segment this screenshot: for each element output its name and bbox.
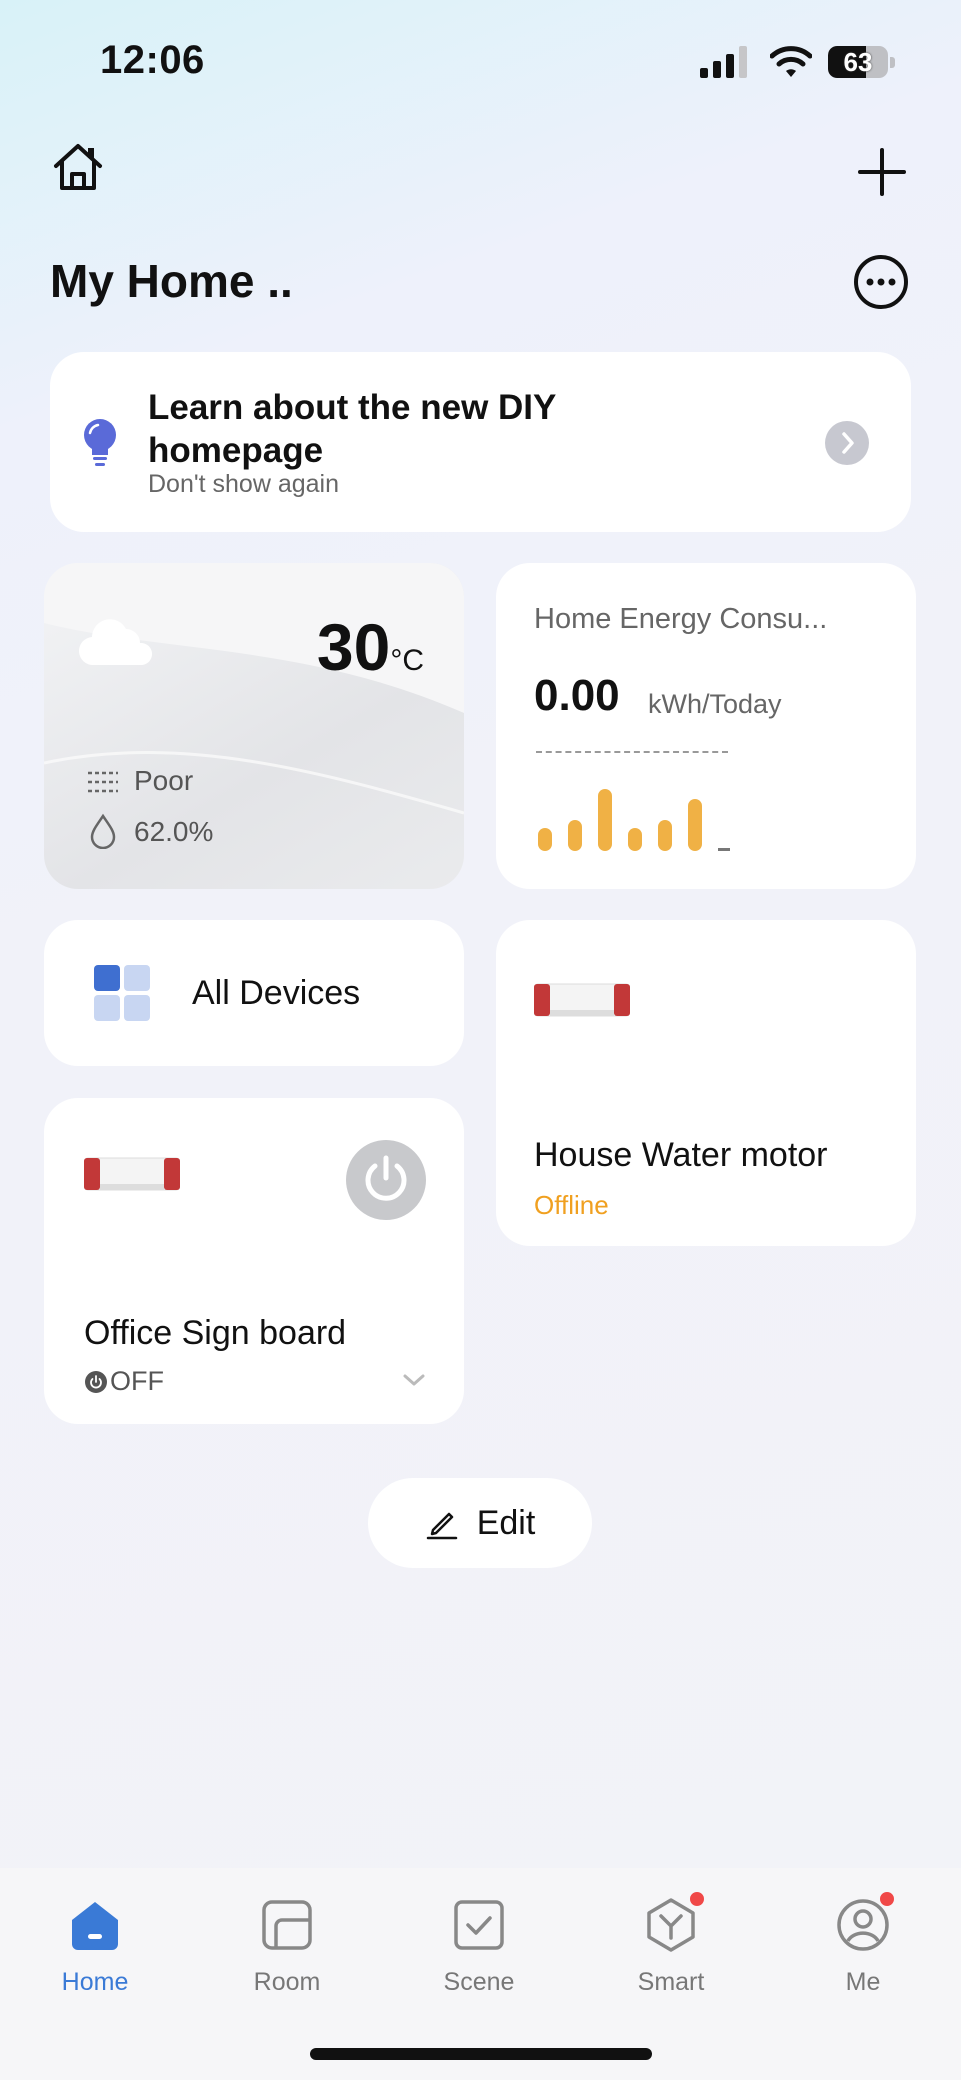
home-indicator — [310, 2048, 652, 2060]
battery-level: 63 — [843, 47, 873, 77]
battery-icon: 63 — [828, 46, 896, 78]
status-time: 12:06 — [100, 38, 205, 82]
device-status-row: OFF — [84, 1366, 164, 1397]
humidity-icon — [90, 813, 116, 849]
energy-bar — [688, 799, 702, 851]
energy-bar — [568, 820, 582, 851]
energy-bar — [598, 789, 612, 851]
energy-unit: kWh/Today — [648, 689, 782, 719]
notification-badge — [688, 1890, 706, 1908]
device-name: House Water motor — [534, 1136, 828, 1174]
energy-title: Home Energy Consu... — [534, 603, 828, 635]
energy-average-line — [536, 751, 728, 753]
device-status: OFF — [110, 1366, 164, 1396]
power-off-icon — [85, 1370, 107, 1393]
cloud-icon — [78, 619, 153, 666]
device-name: Office Sign board — [84, 1314, 347, 1352]
room-icon — [262, 1900, 312, 1950]
energy-bar — [538, 828, 552, 851]
tab-label: Scene — [443, 1968, 515, 1996]
energy-bar — [658, 820, 672, 851]
power-icon — [365, 1155, 407, 1201]
device-card-house-water-motor[interactable]: House Water motor Offline — [496, 920, 916, 1246]
tab-smart[interactable]: Smart — [596, 1890, 746, 2004]
signal-icon — [700, 46, 747, 78]
lightbulb-icon — [84, 419, 116, 466]
temperature-unit: °C — [390, 644, 424, 677]
temperature-value: 30 — [316, 610, 391, 684]
temperature: 30°C — [317, 609, 424, 685]
edit-button[interactable]: Edit — [368, 1478, 592, 1568]
dont-show-again-link[interactable]: Don't show again — [148, 470, 339, 499]
tab-scene[interactable]: Scene — [404, 1894, 554, 2004]
home-icon[interactable] — [50, 140, 106, 196]
all-devices-label: All Devices — [192, 974, 361, 1012]
device-card-office-sign-board[interactable]: Office Sign board OFF — [44, 1098, 464, 1424]
energy-bar — [628, 828, 642, 851]
power-button[interactable] — [346, 1140, 426, 1220]
device-image — [84, 1157, 180, 1191]
all-devices-button[interactable]: All Devices — [44, 920, 464, 1066]
tab-label: Me — [845, 1968, 881, 1996]
more-icon[interactable] — [852, 253, 910, 311]
air-quality-text: Poor — [134, 765, 194, 796]
air-quality-icon — [88, 771, 118, 793]
scene-icon — [454, 1900, 504, 1950]
edit-label: Edit — [476, 1503, 536, 1542]
tab-room[interactable]: Room — [212, 1894, 362, 2004]
home-icon — [72, 1902, 118, 1950]
tab-label: Room — [253, 1968, 321, 1996]
weather-card[interactable]: 30°C Poor 62.0% — [44, 563, 464, 889]
device-status: Offline — [534, 1190, 609, 1220]
add-icon[interactable] — [856, 146, 908, 198]
tab-label: Smart — [637, 1968, 705, 1996]
pencil-icon — [426, 1512, 457, 1540]
page-title[interactable]: My Home .. — [50, 254, 293, 308]
energy-card[interactable]: Home Energy Consu... 0.00 kWh/Today — [496, 563, 916, 889]
humidity-text: 62.0% — [134, 816, 214, 847]
chevron-down-icon[interactable] — [400, 1368, 428, 1392]
tab-home[interactable]: Home — [20, 1894, 170, 2004]
wifi-icon — [770, 46, 812, 77]
grid-icon — [94, 965, 150, 1021]
diy-homepage-banner[interactable]: Learn about the new DIY homepage Don't s… — [50, 352, 911, 532]
banner-title: Learn about the new DIY homepage — [148, 388, 556, 470]
energy-bar-today — [718, 848, 730, 851]
energy-value: 0.00 — [534, 671, 620, 720]
banner-arrow-button[interactable] — [825, 421, 869, 465]
chevron-right-icon — [842, 432, 854, 454]
notification-badge — [878, 1890, 896, 1908]
tab-me[interactable]: Me — [788, 1890, 938, 2004]
tab-label: Home — [61, 1968, 129, 1996]
device-image — [534, 983, 630, 1017]
